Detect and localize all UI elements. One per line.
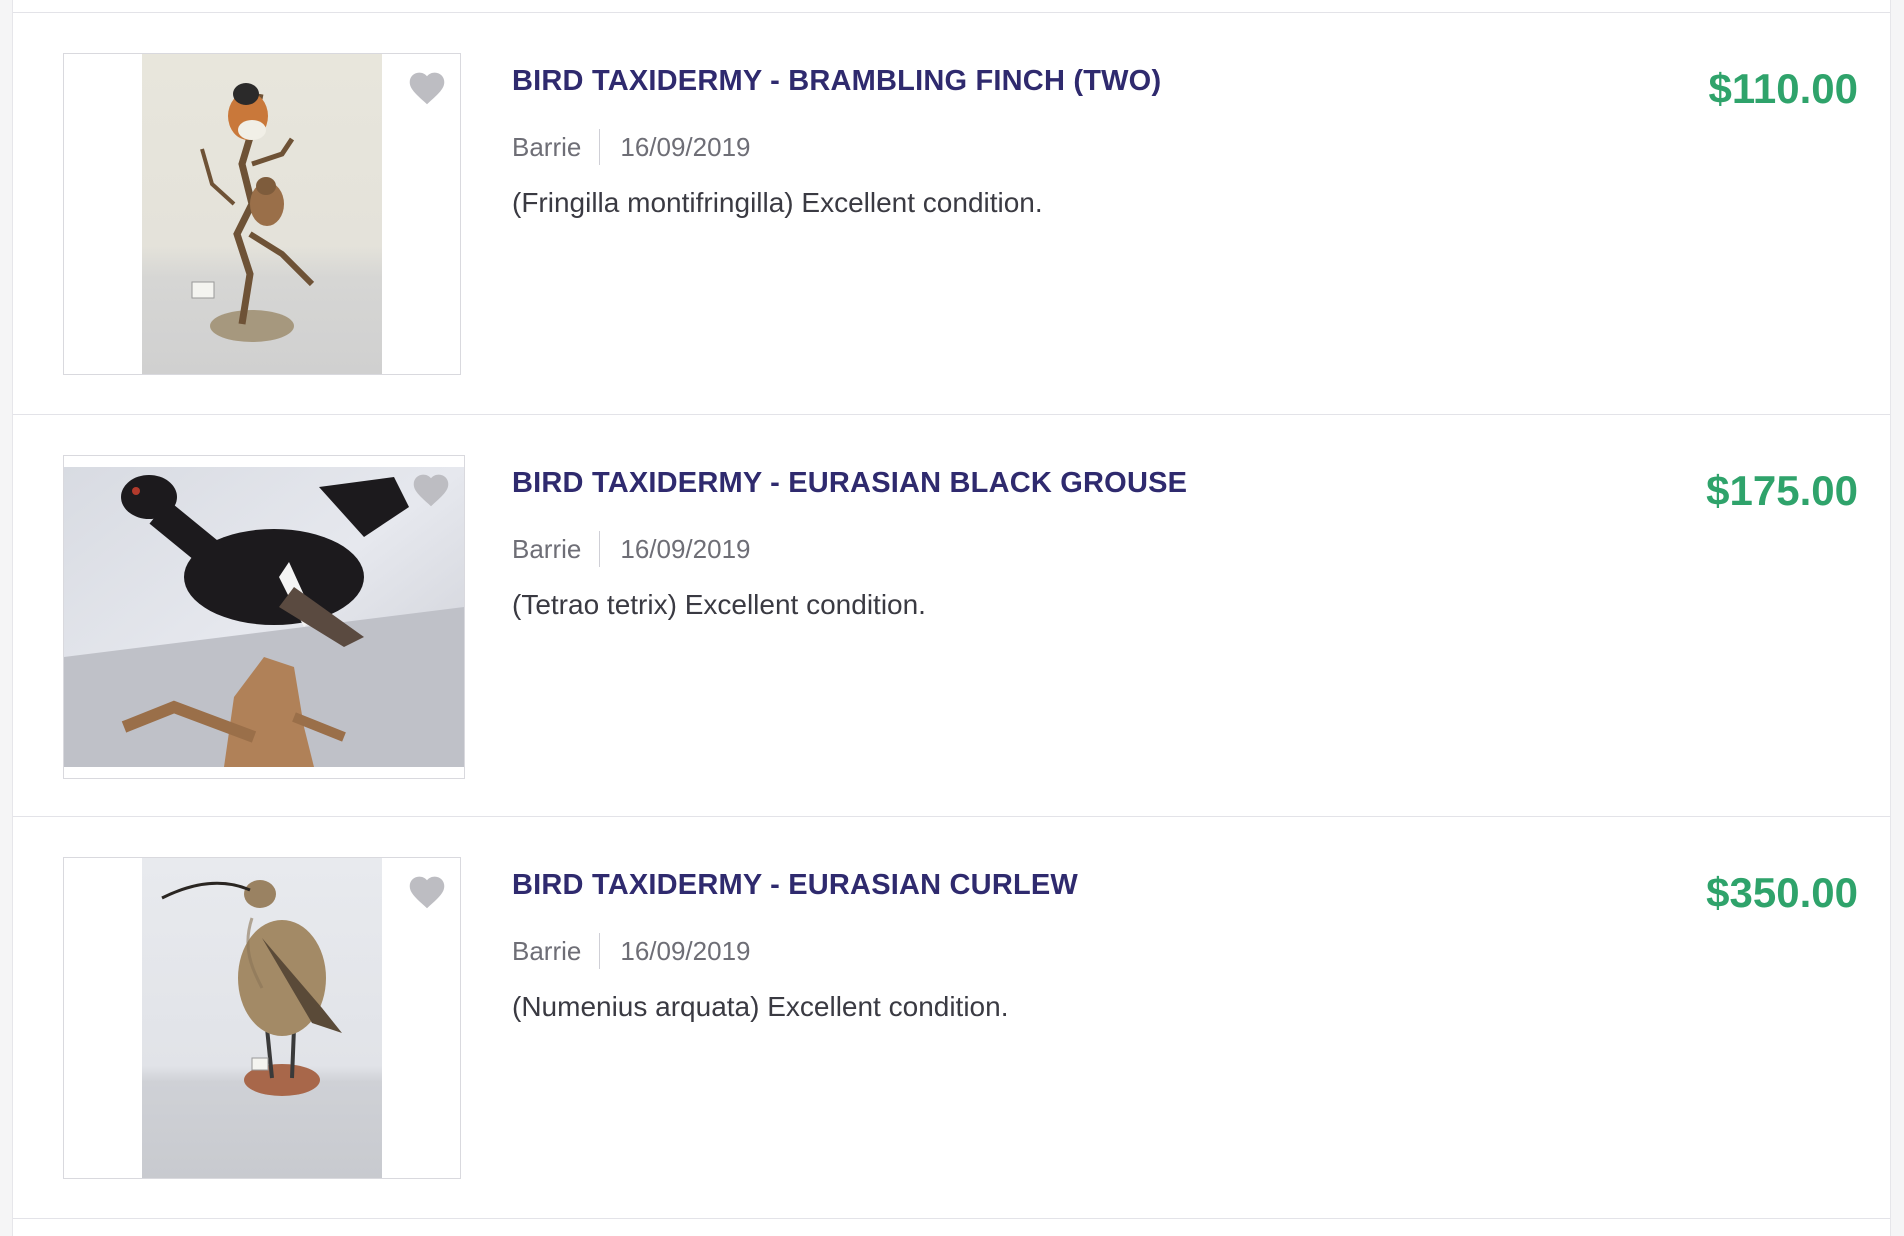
listing-results: BIRD TAXIDERMY - BRAMBLING FINCH (TWO) B… — [12, 0, 1891, 1236]
meta-separator — [599, 531, 601, 567]
listing-location: Barrie — [512, 533, 582, 564]
eurasian-curlew-photo — [142, 858, 382, 1178]
listing-location: Barrie — [512, 935, 582, 966]
listing-meta: Barrie 16/09/2019 — [512, 531, 751, 567]
listing-card[interactable]: BIRD TAXIDERMY - EURASIAN BLACK GROUSE B… — [13, 415, 1890, 817]
favorite-heart-icon[interactable] — [410, 470, 452, 508]
listing-date: 16/09/2019 — [620, 935, 751, 966]
listing-price: $110.00 — [1708, 65, 1858, 112]
listing-thumbnail[interactable] — [63, 53, 461, 375]
listing-price: $175.00 — [1706, 467, 1858, 514]
black-grouse-photo — [64, 467, 464, 767]
listing-title[interactable]: BIRD TAXIDERMY - EURASIAN CURLEW — [512, 869, 1078, 902]
listing-location: Barrie — [512, 131, 582, 162]
listing-card[interactable]: BIRD TAXIDERMY - BRAMBLING FINCH (TWO) B… — [13, 13, 1890, 415]
listing-date: 16/09/2019 — [620, 131, 751, 162]
listing-meta: Barrie 16/09/2019 — [512, 933, 751, 969]
listing-meta: Barrie 16/09/2019 — [512, 129, 751, 165]
listing-card[interactable]: BIRD TAXIDERMY - EURASIAN CURLEW Barrie … — [13, 817, 1890, 1219]
listing-title[interactable]: BIRD TAXIDERMY - BRAMBLING FINCH (TWO) — [512, 65, 1161, 98]
listing-thumbnail[interactable] — [63, 455, 465, 779]
favorite-heart-icon[interactable] — [406, 872, 448, 910]
listing-description: (Tetrao tetrix) Excellent condition. — [512, 589, 926, 620]
listing-description: (Numenius arquata) Excellent condition. — [512, 991, 1009, 1022]
listing-title[interactable]: BIRD TAXIDERMY - EURASIAN BLACK GROUSE — [512, 467, 1187, 500]
listing-date: 16/09/2019 — [620, 533, 751, 564]
brambling-finch-photo — [142, 54, 382, 374]
listing-price: $350.00 — [1706, 869, 1858, 916]
meta-separator — [599, 933, 601, 969]
listing-description: (Fringilla montifringilla) Excellent con… — [512, 187, 1043, 218]
listing-thumbnail[interactable] — [63, 857, 461, 1179]
favorite-heart-icon[interactable] — [406, 68, 448, 106]
meta-separator — [599, 129, 601, 165]
